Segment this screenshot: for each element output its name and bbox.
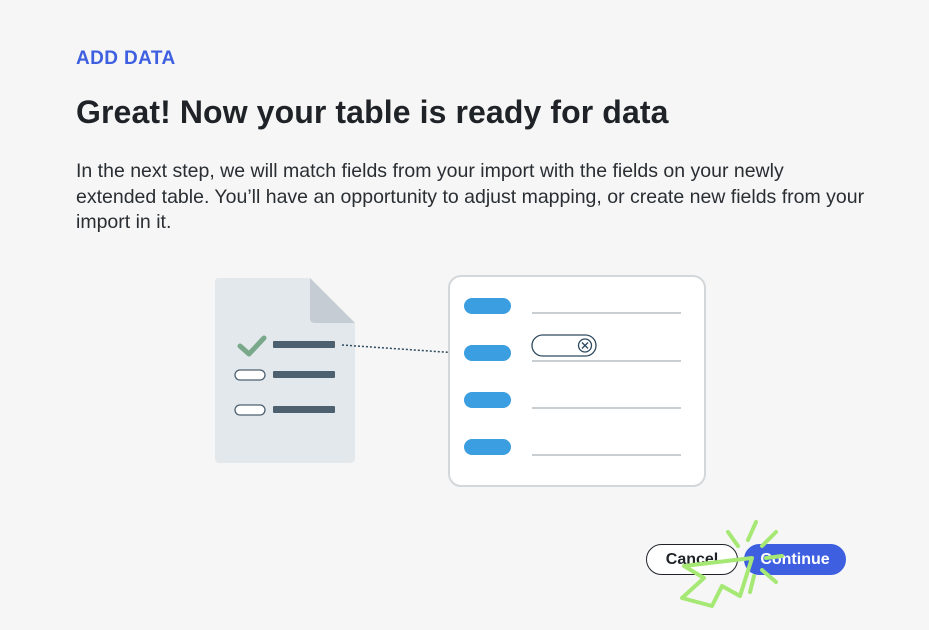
step-label: ADD DATA [76,48,176,69]
continue-button[interactable]: Continue [744,544,846,575]
mapping-illustration [215,275,706,487]
page-title: Great! Now your table is ready for data [76,94,669,130]
table-card [448,275,706,487]
import-document [215,278,355,463]
mapping-connector [341,344,459,354]
cancel-button[interactable]: Cancel [646,544,738,575]
dialog-actions: Cancel Continue [646,544,846,575]
description-text: In the next step, we will match fields f… [76,160,865,233]
